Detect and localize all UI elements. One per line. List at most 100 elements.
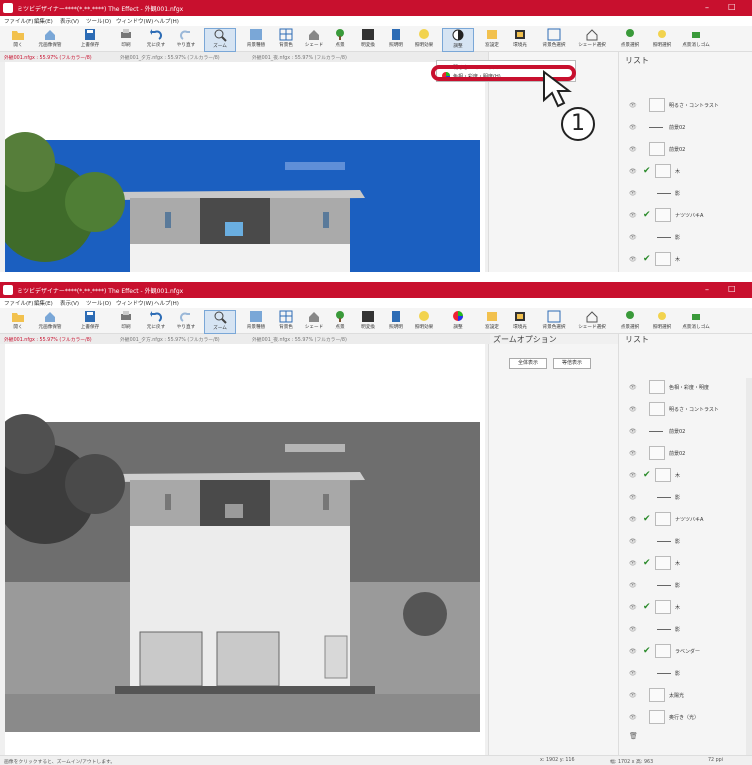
overwrite-save-button[interactable]: 上書保存: [74, 310, 106, 334]
tab-exterior-001-evening[interactable]: 外観001_夕方.nfgx : 55.97% (フルカラー/8): [120, 336, 220, 343]
zoom-button[interactable]: ズーム: [204, 28, 236, 52]
print-button[interactable]: 印刷: [110, 28, 142, 52]
eye-icon[interactable]: 👁: [629, 212, 637, 219]
scenery-eraser-button[interactable]: 点景消しゴム: [680, 310, 712, 334]
open-button[interactable]: 開く: [2, 28, 34, 52]
eye-icon[interactable]: 👁: [629, 714, 637, 721]
image-canvas[interactable]: [0, 344, 485, 755]
list-item[interactable]: 👁 前景02: [629, 422, 747, 442]
eye-icon[interactable]: 👁: [629, 168, 637, 175]
original-image-button[interactable]: 元画像保管: [34, 28, 66, 52]
list-item[interactable]: 👁 影: [629, 576, 747, 596]
scenery-select-button[interactable]: 点景選択: [614, 310, 646, 334]
minimize-icon[interactable]: –: [705, 285, 709, 294]
print-button[interactable]: 印刷: [110, 310, 142, 334]
eye-icon[interactable]: 👁: [629, 516, 637, 523]
list-scrollbar[interactable]: [746, 378, 752, 755]
eye-icon[interactable]: 👁: [629, 538, 637, 545]
eye-icon[interactable]: 👁: [629, 406, 637, 413]
list-item[interactable]: 👁 前景02: [629, 140, 747, 160]
tab-exterior-001[interactable]: 外観001.nfgx : 55.97% (フルカラー/8): [4, 336, 92, 343]
eye-icon[interactable]: 👁: [629, 494, 637, 501]
eye-icon[interactable]: 👁: [629, 560, 637, 567]
menu-file[interactable]: ファイル(F): [4, 17, 33, 25]
list-item[interactable]: 👁 明るさ・コントラスト: [629, 400, 747, 420]
maximize-icon[interactable]: □: [728, 2, 736, 11]
eye-icon[interactable]: 👁: [629, 190, 637, 197]
menu-edit[interactable]: 編集(E): [34, 17, 53, 25]
list-item[interactable]: 👁 ✔ 木: [629, 554, 747, 574]
list-item[interactable]: 👁 ✔ ナツツバキA: [629, 206, 747, 226]
check-icon[interactable]: ✔: [643, 514, 651, 524]
zoom-button[interactable]: ズーム: [204, 310, 236, 334]
check-icon[interactable]: ✔: [643, 210, 651, 220]
list-item[interactable]: 👁 奥行き（光）: [629, 708, 747, 728]
eye-icon[interactable]: 👁: [629, 692, 637, 699]
eye-icon[interactable]: 👁: [629, 102, 637, 109]
eye-icon[interactable]: 👁: [629, 604, 637, 611]
eye-icon[interactable]: 👁: [629, 450, 637, 457]
original-image-button[interactable]: 元画像保管: [34, 310, 66, 334]
eye-icon[interactable]: 👁: [629, 648, 637, 655]
undo-button[interactable]: 元に戻す: [140, 28, 172, 52]
background-replace-button[interactable]: 背景種替: [240, 310, 272, 334]
background-replace-button[interactable]: 背景種替: [240, 28, 272, 52]
actual-size-button[interactable]: 等倍表示: [553, 358, 591, 369]
list-item[interactable]: 👁 太陽光: [629, 686, 747, 706]
image-canvas[interactable]: [0, 62, 485, 272]
menu-tools[interactable]: ツール(O): [86, 299, 111, 307]
list-item[interactable]: 👁 影: [629, 532, 747, 552]
eye-icon[interactable]: 👁: [629, 626, 637, 633]
check-icon[interactable]: ✔: [643, 558, 651, 568]
list-item[interactable]: 👁 影: [629, 184, 747, 204]
background-select-button[interactable]: 背景色選択: [538, 28, 570, 52]
overwrite-save-button[interactable]: 上書保存: [74, 28, 106, 52]
scenery-select-button[interactable]: 点景選択: [614, 28, 646, 52]
list-item[interactable]: 👁 明るさ・コントラスト: [629, 96, 747, 116]
lighting-select-button[interactable]: 照明選択: [646, 28, 678, 52]
ambient-light-button[interactable]: 環境光: [504, 310, 536, 334]
lighting-select-button[interactable]: 照明選択: [646, 310, 678, 334]
menu-help[interactable]: ヘルプ(H): [154, 299, 179, 307]
shade-select-button[interactable]: シェード選択: [576, 28, 608, 52]
lighting-effect-button[interactable]: 照明効果: [408, 310, 440, 334]
delete-layer-icon[interactable]: 🗑: [629, 732, 638, 740]
menu-view[interactable]: 表示(V): [60, 17, 79, 25]
list-item[interactable]: 👁 ✔ 木: [629, 466, 747, 486]
tab-exterior-001-night[interactable]: 外観001_夜.nfgx : 55.97% (フルカラー/8): [252, 336, 347, 343]
redo-button[interactable]: やり直す: [170, 310, 202, 334]
ambient-light-button[interactable]: 環境光: [504, 28, 536, 52]
menu-edit[interactable]: 編集(E): [34, 299, 53, 307]
eye-icon[interactable]: 👁: [629, 670, 637, 677]
menu-view[interactable]: 表示(V): [60, 299, 79, 307]
adjust-button[interactable]: 調整: [442, 310, 474, 334]
scenery-eraser-button[interactable]: 点景消しゴム: [680, 28, 712, 52]
eye-icon[interactable]: 👁: [629, 256, 637, 263]
menu-window[interactable]: ウィンドウ(W): [116, 299, 153, 307]
shade-select-button[interactable]: シェード選択: [576, 310, 608, 334]
lighting-effect-button[interactable]: 照明効果: [408, 28, 440, 52]
list-item[interactable]: 👁 色相・彩度・明度: [629, 378, 747, 398]
check-icon[interactable]: ✔: [643, 646, 651, 656]
check-icon[interactable]: ✔: [643, 470, 651, 480]
check-icon[interactable]: ✔: [643, 602, 651, 612]
tab-exterior-001[interactable]: 外観001.nfgx : 55.97% (フルカラー/8): [4, 54, 92, 61]
open-button[interactable]: 開く: [2, 310, 34, 334]
menu-window[interactable]: ウィンドウ(W): [116, 17, 153, 25]
check-icon[interactable]: ✔: [643, 166, 651, 176]
list-item[interactable]: 👁 ✔ 木: [629, 598, 747, 618]
tab-exterior-001-night[interactable]: 外観001_夜.nfgx : 55.97% (フルカラー/8): [252, 54, 347, 61]
check-icon[interactable]: ✔: [643, 254, 651, 264]
eye-icon[interactable]: 👁: [629, 472, 637, 479]
list-item[interactable]: 👁 影: [629, 488, 747, 508]
list-item[interactable]: 👁 前景02: [629, 444, 747, 464]
menu-tools[interactable]: ツール(O): [86, 17, 111, 25]
menu-help[interactable]: ヘルプ(H): [154, 17, 179, 25]
eye-icon[interactable]: 👁: [629, 124, 637, 131]
list-item[interactable]: 👁 影: [629, 620, 747, 640]
list-item[interactable]: 👁 影: [629, 228, 747, 248]
eye-icon[interactable]: 👁: [629, 428, 637, 435]
undo-button[interactable]: 元に戻す: [140, 310, 172, 334]
minimize-icon[interactable]: –: [705, 3, 709, 12]
eye-icon[interactable]: 👁: [629, 384, 637, 391]
